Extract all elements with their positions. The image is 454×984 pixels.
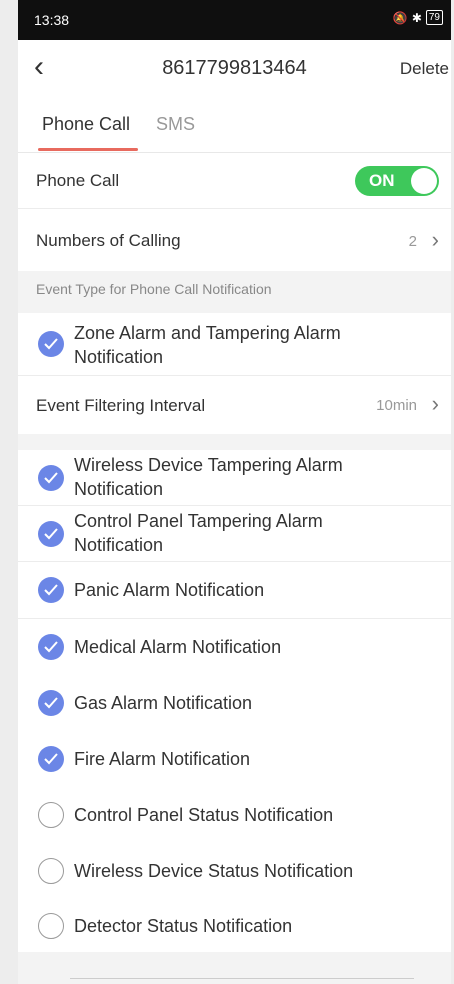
tab-bar: Phone Call SMS bbox=[18, 98, 451, 153]
checked-icon[interactable] bbox=[38, 634, 64, 660]
page-title: 8617799813464 bbox=[162, 57, 307, 79]
notification-item[interactable]: Control Panel Status Notification bbox=[18, 787, 451, 844]
notification-item[interactable]: Wireless Device Status Notification bbox=[18, 843, 451, 900]
checked-icon[interactable] bbox=[38, 465, 64, 491]
status-bar: 13:38 🔕 ✱ 79 bbox=[18, 0, 451, 40]
numbers-of-calling-row[interactable]: Numbers of Calling 2 › bbox=[18, 209, 451, 271]
notification-item[interactable]: Control Panel Tampering Alarm Notificatio… bbox=[18, 506, 451, 562]
zone-alarm-line2: Notification bbox=[74, 347, 164, 367]
notification-label-line1: Wireless Device Status Notification bbox=[74, 861, 354, 881]
tab-phone-call[interactable]: Phone Call bbox=[42, 114, 130, 135]
notification-item[interactable]: Wireless Device Tampering Alarm Notificat… bbox=[18, 450, 451, 506]
header: ‹ 8617799813464 Delete bbox=[18, 40, 451, 98]
unchecked-icon[interactable] bbox=[38, 913, 64, 939]
section-header: Event Type for Phone Call Notification bbox=[18, 271, 451, 313]
notification-label: Detector Status Notification bbox=[74, 914, 292, 938]
numbers-of-calling-label: Numbers of Calling bbox=[36, 231, 181, 250]
notification-label-line2: Notification bbox=[74, 479, 164, 499]
notification-label: Control Panel Status Notification bbox=[74, 803, 333, 827]
notification-label-line1: Panic Alarm Notification bbox=[74, 580, 265, 600]
notification-label-line1: Control Panel Status Notification bbox=[74, 805, 334, 825]
chevron-right-icon: › bbox=[431, 227, 439, 252]
delete-button[interactable]: Delete bbox=[400, 59, 449, 79]
notification-label-line1: Medical Alarm Notification bbox=[74, 637, 282, 657]
section-gap bbox=[18, 434, 451, 450]
toggle-knob bbox=[411, 168, 437, 194]
notification-label-line1: Detector Status Notification bbox=[74, 916, 293, 936]
toggle-state-label: ON bbox=[369, 171, 395, 190]
zone-alarm-line1: Zone Alarm and Tampering Alarm bbox=[74, 323, 341, 343]
checked-icon[interactable] bbox=[38, 331, 64, 357]
active-tab-indicator bbox=[38, 148, 138, 151]
notification-item[interactable]: Gas Alarm Notification bbox=[18, 675, 451, 732]
mute-icon: 🔕 bbox=[392, 10, 408, 25]
zone-alarm-label: Zone Alarm and Tampering Alarm Notificat… bbox=[74, 321, 341, 369]
tab-sms[interactable]: SMS bbox=[156, 114, 195, 135]
event-filtering-label: Event Filtering Interval bbox=[36, 396, 206, 415]
notification-label: Wireless Device Status Notification bbox=[74, 859, 353, 883]
notification-item[interactable]: Detector Status Notification bbox=[18, 899, 451, 952]
phone-call-toggle[interactable]: ON bbox=[355, 166, 439, 196]
bottom-bar bbox=[70, 978, 414, 984]
notification-label-line1: Fire Alarm Notification bbox=[74, 749, 251, 769]
event-filtering-value: 10min bbox=[376, 397, 417, 414]
unchecked-icon[interactable] bbox=[38, 858, 64, 884]
checked-icon[interactable] bbox=[38, 577, 64, 603]
section-header-text: Event Type for Phone Call Notification bbox=[36, 281, 272, 297]
notification-label-line2: Notification bbox=[74, 535, 164, 555]
notification-label-line1: Wireless Device Tampering Alarm bbox=[74, 455, 343, 475]
battery-icon: 79 bbox=[425, 10, 443, 25]
event-filtering-row[interactable]: Event Filtering Interval 10min › bbox=[18, 376, 451, 434]
notification-label: Gas Alarm Notification bbox=[74, 691, 252, 715]
notification-item[interactable]: Panic Alarm Notification bbox=[18, 562, 451, 619]
app-screen: 13:38 🔕 ✱ 79 ‹ 8617799813464 Delete Phon… bbox=[18, 0, 451, 984]
notification-label: Fire Alarm Notification bbox=[74, 747, 250, 771]
checked-icon[interactable] bbox=[38, 521, 64, 547]
notification-label: Panic Alarm Notification bbox=[74, 578, 264, 602]
frame-left bbox=[0, 0, 18, 984]
phone-call-row: Phone Call ON bbox=[18, 153, 451, 209]
notification-item[interactable]: Medical Alarm Notification bbox=[18, 619, 451, 676]
zone-alarm-row[interactable]: Zone Alarm and Tampering Alarm Notificat… bbox=[18, 313, 451, 376]
notification-label: Wireless Device Tampering Alarm Notificat… bbox=[74, 453, 343, 501]
notification-label: Control Panel Tampering Alarm Notificatio… bbox=[74, 509, 323, 557]
notification-item[interactable]: Fire Alarm Notification bbox=[18, 731, 451, 788]
unchecked-icon[interactable] bbox=[38, 802, 64, 828]
status-time: 13:38 bbox=[34, 12, 70, 28]
notification-label: Medical Alarm Notification bbox=[74, 635, 281, 659]
numbers-of-calling-value: 2 bbox=[408, 233, 417, 250]
notification-label-line1: Control Panel Tampering Alarm bbox=[74, 511, 323, 531]
notification-label-line1: Gas Alarm Notification bbox=[74, 693, 253, 713]
status-icons: 🔕 ✱ 79 bbox=[393, 10, 443, 25]
bluetooth-icon: ✱ bbox=[411, 10, 422, 25]
checked-icon[interactable] bbox=[38, 746, 64, 772]
chevron-right-icon: › bbox=[431, 391, 439, 416]
checked-icon[interactable] bbox=[38, 690, 64, 716]
phone-call-label: Phone Call bbox=[36, 171, 120, 190]
